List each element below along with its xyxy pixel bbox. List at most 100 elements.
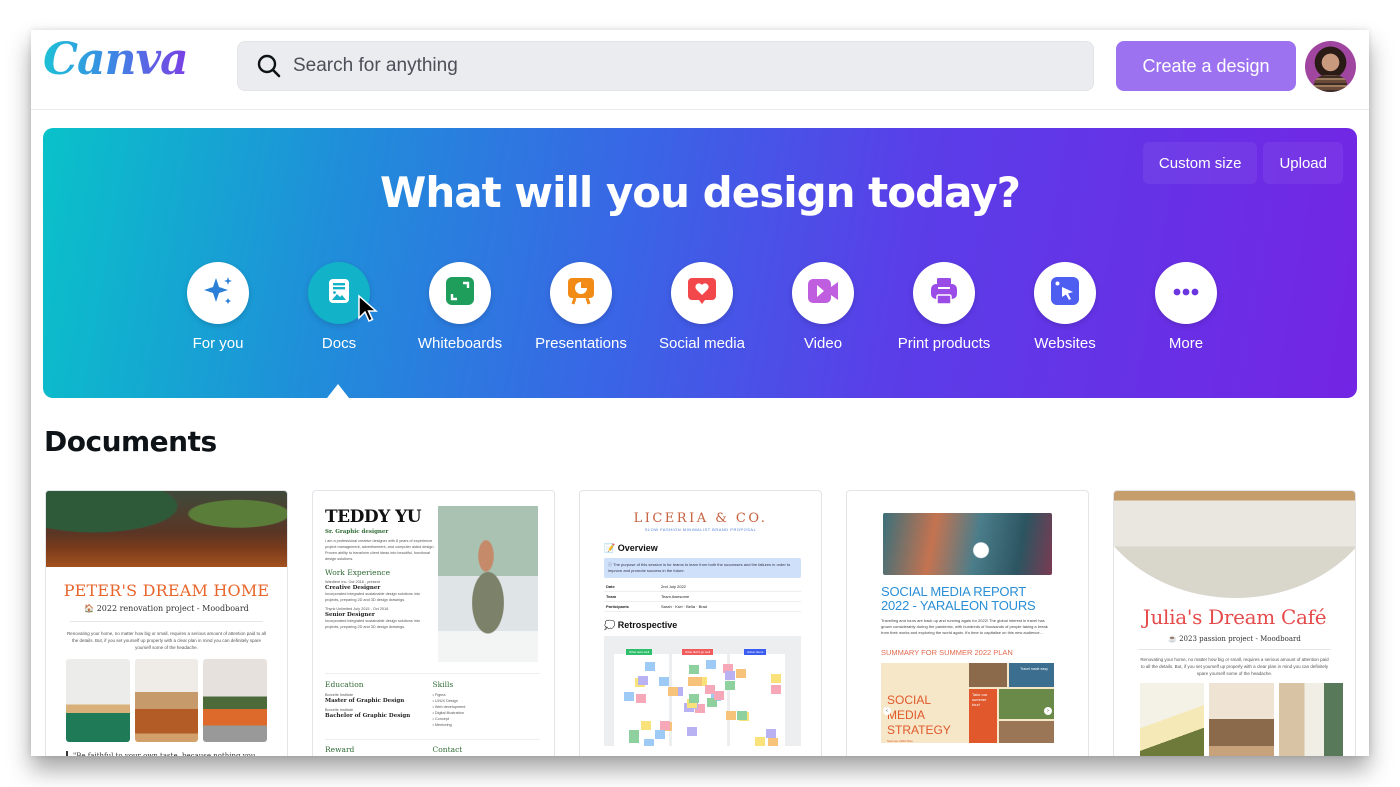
heart-icon [686, 275, 718, 312]
info-callout: ⓘ The purpose of this session is for tea… [604, 558, 801, 578]
strategy-slide-carousel[interactable]: Travel made easy Take our summer tour! S… [881, 663, 1054, 743]
more-icon [1172, 284, 1200, 302]
sparkle-icon [201, 274, 235, 313]
canva-window: Canva Create a design Custom size Upload… [31, 30, 1369, 756]
sticky-note [689, 694, 700, 704]
moodboard-photos [1140, 683, 1343, 756]
sticky-note [768, 737, 779, 746]
resume-intro: I am a professional creative designer wi… [325, 539, 435, 561]
category-label: Presentations [535, 335, 627, 352]
sticky-note [726, 711, 737, 721]
report-body: Travelling and tours are back up and run… [881, 618, 1048, 635]
category-icon-wrap [913, 262, 975, 324]
category-print-products[interactable]: Print products [884, 262, 1004, 352]
category-label: Whiteboards [417, 335, 503, 352]
report-cover-photo [883, 513, 1052, 575]
sticky-note [713, 690, 724, 700]
moodboard-photo [1140, 683, 1205, 756]
category-video[interactable]: Video [763, 262, 883, 352]
skill-text: Web development [434, 705, 466, 709]
search-icon [255, 52, 283, 80]
board-column [730, 654, 785, 746]
degree: Bachelor of Graphic Design [325, 713, 411, 719]
avatar[interactable] [1305, 41, 1356, 92]
skill-text: Concept [434, 717, 450, 721]
skill-item: • Mentoring [432, 723, 452, 727]
create-design-button[interactable]: Create a design [1116, 41, 1296, 91]
canva-logo[interactable]: Canva [43, 34, 189, 85]
presentation-icon [565, 275, 597, 312]
table-key: Team [604, 591, 659, 602]
category-icon-wrap [671, 262, 733, 324]
sticky-note [635, 694, 646, 704]
chevron-right-icon[interactable]: › [1044, 707, 1052, 715]
table-row: Team Team Awesome [604, 591, 801, 602]
search-bar[interactable] [237, 41, 1094, 91]
template-card-liceria-retrospective[interactable]: LICERIA & CO. SLOW FASHION MINIMALIST BR… [579, 490, 822, 756]
category-docs[interactable]: Docs [279, 262, 399, 352]
job-desc: Incorporated integrated sustainable desi… [325, 619, 420, 629]
slide-subtitle: Summer 2022 Plan [887, 739, 913, 743]
sticky-note [692, 677, 703, 687]
sticky-note [654, 730, 665, 740]
brand-name: LICERIA & CO. [633, 511, 768, 526]
template-card-peters-dream-home[interactable]: PETER'S DREAM HOME 🏠 2022 renovation pro… [45, 490, 288, 756]
sticky-note [628, 733, 639, 743]
divider [1138, 649, 1331, 650]
resume-education-skills: Education Borcelle Institute Master of G… [325, 673, 540, 728]
table-value: Sarah · Kurt · Bella · Brad [659, 601, 801, 612]
skill-text: Figma [434, 693, 446, 697]
mouse-cursor-icon [357, 294, 379, 324]
category-icon-wrap [1034, 262, 1096, 324]
category-label: Print products [897, 335, 991, 352]
category-more[interactable]: More [1126, 262, 1246, 352]
sticky-note [643, 738, 654, 746]
sticky-note [770, 684, 781, 694]
resume-heading: Education [325, 680, 364, 689]
resume-heading: Contact [432, 745, 463, 754]
resume-name: TEDDY YU [325, 507, 422, 527]
category-presentations[interactable]: Presentations [521, 262, 641, 352]
template-card-social-media-report[interactable]: SOCIAL MEDIA REPORT 2022 - YARALEON TOUR… [846, 490, 1089, 756]
documents-carousel: PETER'S DREAM HOME 🏠 2022 renovation pro… [45, 490, 1365, 756]
hero-banner: Custom size Upload What will you design … [43, 128, 1357, 398]
category-icon-wrap [187, 262, 249, 324]
design-categories: For you Docs Whiteboards Presentations S… [158, 262, 1258, 362]
skill-text: UI/UX Design [434, 699, 458, 703]
whiteboard-icon [444, 275, 476, 312]
category-for-you[interactable]: For you [158, 262, 278, 352]
table-row: Participants Sarah · Kurt · Bella · Brad [604, 601, 801, 612]
doc-heading: 💭 Retrospective [604, 620, 678, 630]
printer-icon [928, 275, 960, 312]
moodboard-photo [66, 659, 130, 742]
category-social-media[interactable]: Social media [642, 262, 762, 352]
sticky-note [668, 687, 679, 697]
moodboard-photo [203, 659, 268, 742]
template-card-julias-dream-cafe[interactable]: Julia's Dream Café ☕ 2023 passion projec… [1113, 490, 1356, 756]
card-subtitle: 🏠 2022 renovation project - Moodboard [84, 604, 249, 613]
sticky-note [688, 665, 699, 675]
hero-title: What will you design today? [380, 168, 1021, 217]
chevron-left-icon[interactable]: ‹ [883, 707, 891, 715]
cafe-arch-photo [1114, 491, 1355, 598]
sticky-note [737, 710, 748, 720]
category-label: Docs [321, 335, 357, 352]
search-input[interactable] [293, 55, 1053, 77]
moodboard-photos [66, 659, 268, 742]
card-body: Renovating your home, no matter how big … [66, 631, 267, 650]
category-whiteboards[interactable]: Whiteboards [400, 262, 520, 352]
sticky-note [766, 728, 777, 738]
degree: Master of Graphic Design [325, 698, 405, 704]
template-card-resume-teddy-yu[interactable]: TEDDY YU Sr. Graphic designer I am a pro… [312, 490, 555, 756]
doc-heading: 📝 Overview [604, 543, 658, 553]
slide-photo [969, 663, 1007, 687]
active-category-indicator [327, 384, 349, 398]
cover-photo [46, 491, 287, 567]
card-body: Renovating your home, no matter how big … [1140, 657, 1329, 676]
category-icon-wrap [550, 262, 612, 324]
skill-text: Digital Illustration [434, 711, 464, 715]
category-icon-wrap [1155, 262, 1217, 324]
category-websites[interactable]: Websites [1005, 262, 1125, 352]
resume-role: Sr. Graphic designer [325, 529, 389, 535]
sticky-note [724, 670, 735, 680]
